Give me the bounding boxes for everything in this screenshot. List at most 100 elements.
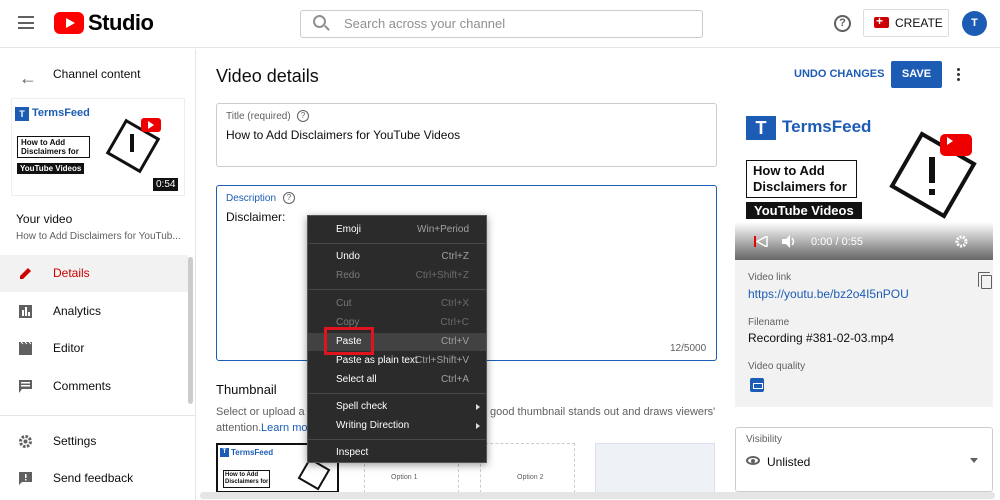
visibility-value: Unlisted (767, 455, 811, 469)
save-button[interactable]: SAVE (891, 61, 942, 88)
submenu-arrow-icon (476, 404, 480, 410)
studio-brand[interactable]: Studio (88, 10, 154, 36)
film-icon (18, 341, 33, 356)
sidebar-item-details[interactable]: Details (0, 255, 188, 292)
ctx-label: Undo (336, 251, 360, 262)
video-link[interactable]: https://youtu.be/bz2o4I5nPOU (748, 287, 909, 301)
thumbnail-option-2[interactable]: Option 2 (480, 443, 575, 493)
avatar[interactable]: T (962, 11, 987, 36)
ctx-separator (308, 439, 486, 440)
ctx-cut[interactable]: Cut Ctrl+X (308, 295, 486, 313)
sidebar-item-label: Send feedback (53, 471, 134, 485)
thumb-title-box: How to Add Disclaimers for (17, 136, 90, 158)
filename-label: Filename (748, 317, 790, 328)
youtube-logo-icon[interactable] (54, 12, 84, 34)
title-help-icon[interactable]: ? (297, 110, 309, 122)
ctx-writing-direction[interactable]: Writing Direction (308, 417, 486, 435)
ctx-label: Paste as plain text (336, 355, 418, 366)
youtube-mini-icon (141, 118, 161, 132)
ctx-emoji[interactable]: Emoji Win+Period (308, 221, 486, 239)
description-counter: 12/5000 (670, 343, 707, 354)
sidebar-item-label: Comments (53, 379, 112, 393)
search-icon (313, 15, 326, 28)
ctx-spell-check[interactable]: Spell check (308, 398, 486, 416)
ctx-shortcut: Ctrl+Shift+Z (415, 270, 469, 281)
thumb-option-line-1: How to Add (225, 472, 259, 478)
hd-quality-icon (750, 378, 764, 392)
hamburger-menu-icon[interactable] (18, 16, 34, 29)
title-field-label: Title (required) (226, 111, 291, 122)
sidebar-scrollbar[interactable] (188, 257, 193, 404)
volume-icon[interactable] (782, 235, 798, 248)
thumb-line-3: YouTube Videos (17, 163, 85, 174)
ctx-label: Redo (336, 270, 360, 281)
thumbnail-desc-start: Select or upload a p (216, 406, 314, 418)
ctx-label: Emoji (336, 224, 362, 235)
thumb-option-line-2: Disclaimers for (225, 479, 269, 485)
your-video-heading: Your video (16, 212, 73, 226)
filename-value: Recording #381-02-03.mp4 (748, 331, 895, 345)
eye-icon (746, 456, 760, 465)
ctx-label: Spell check (336, 401, 388, 412)
sidebar-item-label: Editor (53, 341, 85, 355)
ctx-separator (308, 243, 486, 244)
chevron-down-icon[interactable] (970, 458, 978, 463)
search-placeholder: Search across your channel (344, 16, 506, 31)
ctx-separator (308, 393, 486, 394)
sidebar-item-comments[interactable]: Comments (0, 368, 188, 405)
thumb-brand: TermsFeed (32, 107, 90, 119)
ctx-undo[interactable]: Undo Ctrl+Z (308, 248, 486, 266)
preview-line-1: How to Add (753, 163, 825, 178)
ctx-select-all[interactable]: Select all Ctrl+A (308, 371, 486, 389)
thumb-option-brand: TermsFeed (231, 448, 274, 457)
preview-brand: TermsFeed (782, 117, 872, 136)
more-options-icon[interactable] (957, 68, 961, 83)
video-quality-label: Video quality (748, 361, 806, 372)
preview-title-box: How to Add Disclaimers for (746, 160, 857, 198)
visibility-label: Visibility (746, 434, 782, 445)
analytics-icon (18, 304, 33, 319)
ctx-label: Select all (336, 374, 377, 385)
termsfeed-logo-icon: T (15, 107, 29, 121)
top-bar: Studio Search across your channel ? CREA… (0, 0, 1000, 48)
comment-icon (18, 379, 33, 394)
learn-more-link[interactable]: Learn mor (261, 422, 311, 434)
sidebar-item-editor[interactable]: Editor (0, 330, 188, 367)
thumb-option-text: How to Add Disclaimers for (223, 470, 271, 488)
ctx-redo[interactable]: Redo Ctrl+Shift+Z (308, 267, 486, 285)
feedback-icon (18, 471, 33, 486)
thumbnail-option-3[interactable] (595, 443, 715, 493)
gear-icon (18, 434, 33, 449)
sidebar-item-settings[interactable]: Settings (0, 423, 188, 460)
sidebar-item-feedback[interactable]: Send feedback (0, 460, 188, 497)
undo-changes-button[interactable]: UNDO CHANGES (794, 68, 884, 80)
help-icon[interactable]: ? (834, 15, 851, 32)
sidebar-item-label: Details (53, 266, 90, 280)
channel-content-link[interactable]: Channel content (53, 67, 140, 81)
description-help-icon[interactable]: ? (283, 192, 295, 204)
description-field-label: Description (226, 193, 277, 204)
horizontal-scrollbar[interactable] (200, 492, 995, 499)
ctx-inspect[interactable]: Inspect (308, 444, 486, 462)
create-label: CREATE (895, 16, 943, 30)
back-arrow-icon[interactable]: ← (19, 68, 37, 89)
ctx-label: Writing Direction (336, 420, 410, 431)
video-duration: 0:54 (153, 178, 179, 191)
sidebar-video-title: How to Add Disclaimers for YouTub... (16, 231, 181, 242)
option-2-label: Option 2 (517, 474, 544, 481)
sidebar-divider (0, 415, 196, 416)
sidebar-item-label: Settings (53, 434, 97, 448)
ctx-separator (308, 289, 486, 290)
player-settings-icon[interactable] (955, 235, 968, 248)
sidebar-item-label: Analytics (53, 304, 102, 318)
sidebar-item-analytics[interactable]: Analytics (0, 293, 188, 330)
skip-icon[interactable] (754, 234, 768, 249)
thumb-line-2: Disclaimers for (21, 147, 79, 156)
ctx-shortcut: Win+Period (417, 224, 469, 235)
exclamation-icon (929, 157, 935, 183)
submenu-arrow-icon (476, 423, 480, 429)
description-field-value[interactable]: Disclaimer: (226, 210, 285, 224)
ctx-shortcut: Ctrl+C (440, 317, 469, 328)
title-field-value[interactable]: How to Add Disclaimers for YouTube Video… (226, 128, 460, 142)
copy-icon[interactable] (978, 272, 992, 289)
